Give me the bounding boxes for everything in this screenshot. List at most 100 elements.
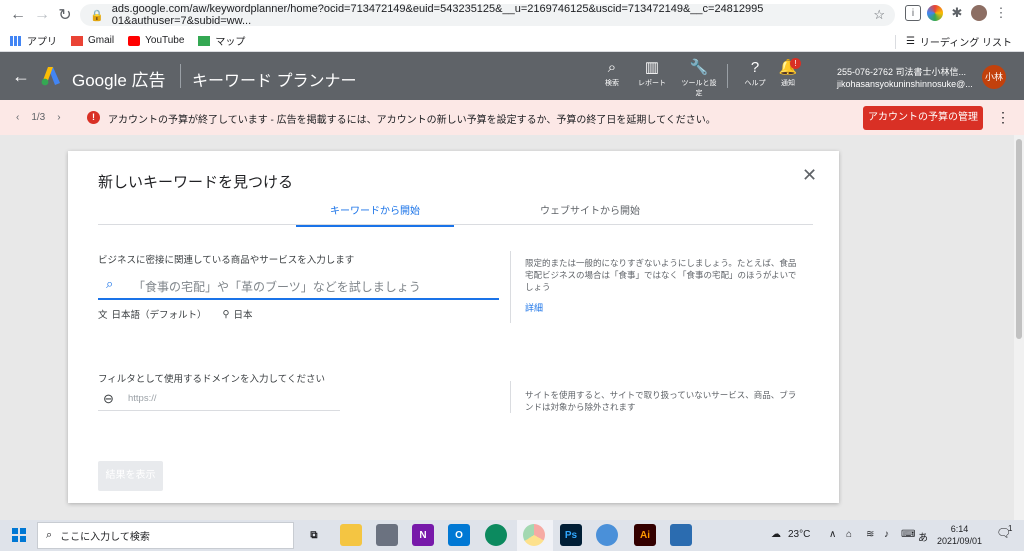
language-selector[interactable]: 日本語（デフォルト） [112,307,207,321]
scrollbar-thumb[interactable] [1016,139,1022,339]
divider [727,64,728,88]
tab-start-from-website[interactable]: ウェブサイトから開始 [540,202,640,217]
details-link[interactable]: 詳細 [525,301,543,314]
clock-date: 2021/09/01 [937,536,983,546]
star-icon[interactable]: ☆ [873,7,885,23]
translate-icon: 文 [98,310,108,321]
file-explorer-icon[interactable] [340,524,362,546]
tool-label: 通知 [781,80,795,87]
paint-icon[interactable] [596,524,618,546]
location-pin-icon: ⚲ [222,308,230,320]
dialog-tabs: キーワードから開始 ウェブサイトから開始 [98,199,813,227]
photos-icon[interactable] [670,524,692,546]
ads-brand: Google 広告 [72,71,166,90]
domain-input[interactable]: ⊖ https:// [98,387,340,411]
error-icon: ! [87,111,100,124]
windows-start-icon[interactable] [12,528,26,542]
product-input-label: ビジネスに密接に関連している商品やサービスを入力します [98,255,355,266]
divider [510,381,511,413]
language-location-row: 文 日本語（デフォルト） ⚲ 日本 [98,307,253,322]
taskbar-search-box[interactable]: ⌕ ここに入力して検索 [37,522,294,549]
close-icon[interactable]: ✕ [802,165,817,186]
report-tool-button[interactable]: ▥ レポート [632,58,672,88]
search-tool-button[interactable]: ⌕ 検索 [592,58,632,88]
network-icon[interactable]: ⌂ [846,529,852,540]
tray-expand-icon[interactable]: ∧ [829,529,836,540]
more-vert-icon[interactable]: ⋮ [996,109,1010,126]
account-avatar[interactable]: 小林 [982,65,1006,89]
manage-budget-button[interactable]: アカウントの予算の管理 [863,106,983,130]
forward-icon[interactable]: → [30,3,54,27]
notifications-button[interactable]: 🔔 ! 通知 [768,58,808,88]
photoshop-icon[interactable]: Ps [560,524,582,546]
bell-icon: 🔔 [778,59,798,76]
reload-icon[interactable]: ↻ [53,3,77,27]
weather-icon: ☁ [771,529,781,540]
keyboard-icon[interactable]: ⌨ [901,529,915,540]
taskbar-search-placeholder: ここに入力して検索 [60,532,150,543]
browser-menu-icon[interactable]: ⋮ [993,5,1009,21]
lock-icon: 🔒 [90,9,104,22]
url-text: ads.google.com/aw/keywordplanner/home?oc… [111,3,764,27]
illustrator-icon[interactable]: Ai [634,524,656,546]
ime-mode-indicator[interactable]: あ [918,529,928,544]
edge-icon[interactable] [485,524,507,546]
reading-list-label: リーディング リスト [919,38,1012,49]
location-selector[interactable]: 日本 [234,307,253,321]
account-info[interactable]: 255-076-2762 司法書士小林信... jikohasansyokuni… [837,66,973,90]
bar-chart-icon: ▥ [644,59,660,76]
system-clock[interactable]: 6:14 2021/09/01 [937,523,982,547]
search-icon: ⌕ [46,529,53,541]
reader-extension-icon[interactable]: i [905,5,921,21]
task-view-icon[interactable]: ⧉ [303,524,325,546]
action-center-badge: 1 [1008,524,1013,533]
youtube-icon [128,35,141,46]
dialog-title: 新しいキーワードを見つける [98,174,294,191]
bookmark-label: アプリ [27,37,57,48]
profile-avatar[interactable] [971,5,987,21]
search-icon: ⌕ [607,59,617,76]
link-icon: ⊖ [103,391,114,406]
bookmark-apps[interactable]: アプリ [10,33,57,48]
volume-icon[interactable]: ♪ [884,529,889,540]
keyword-discovery-dialog: 新しいキーワードを見つける ✕ キーワードから開始 ウェブサイトから開始 ビジネ… [68,151,839,503]
keyword-hint: 限定的または一般的になりすぎないようにしましょう。たとえば、食品宅配ビジネスの場… [525,258,797,292]
reading-list[interactable]: ☰ リーディング リスト [894,34,1012,49]
keyword-search-input[interactable]: ⌕ 「食事の宅配」や「革のブーツ」などを試しましょう [98,270,499,300]
divider [510,251,511,323]
tools-settings-button[interactable]: 🔧 ツールと設定 [679,58,719,98]
outlook-icon[interactable]: O [448,524,470,546]
next-alert-icon[interactable]: › [57,112,60,123]
clock-time: 6:14 [950,524,969,534]
tab-start-from-keywords[interactable]: キーワードから開始 [296,202,454,227]
onenote-icon[interactable]: N [412,524,434,546]
back-icon[interactable]: ← [6,3,30,27]
reading-list-icon: ☰ [905,36,915,47]
google-ads-logo-icon [41,67,60,86]
tool-label: ツールと設定 [681,80,717,97]
weather-temp[interactable]: 23°C [788,529,810,540]
search-placeholder: 「食事の宅配」や「革のブーツ」などを試しましょう [133,280,421,294]
windows-taskbar: ⌕ ここに入力して検索 ⧉ N O Ps Ai ☁ 23°C ∧ ⌂ ≋ ♪ ⌨… [0,520,1024,551]
bookmark-maps[interactable]: マップ [198,33,245,48]
puzzle-icon[interactable]: ✱ [949,5,965,21]
tool-label: ヘルプ [744,80,766,87]
wifi-icon[interactable]: ≋ [866,529,874,540]
bookmark-label: Gmail [88,35,115,46]
domain-hint: サイトを使用すると、サイトで取り扱っていないサービス、商品、ブランドは対象から除… [525,390,797,412]
page-scrollbar[interactable] [1014,135,1024,520]
address-bar[interactable]: 🔒 ads.google.com/aw/keywordplanner/home?… [80,3,895,27]
gmail-icon [71,35,83,46]
active-app-highlight [517,520,553,551]
divider [180,64,181,88]
color-extension-icon[interactable] [927,5,943,21]
bookmark-youtube[interactable]: YouTube [128,35,184,46]
divider [894,34,896,49]
prev-alert-icon[interactable]: ‹ [16,112,19,123]
show-results-button[interactable]: 結果を表示 [98,461,163,491]
tool-label: 検索 [605,80,619,87]
store-icon[interactable] [376,524,398,546]
pager-text: 1/3 [31,112,46,123]
back-arrow-icon[interactable]: ← [12,66,30,87]
bookmark-gmail[interactable]: Gmail [71,35,114,46]
